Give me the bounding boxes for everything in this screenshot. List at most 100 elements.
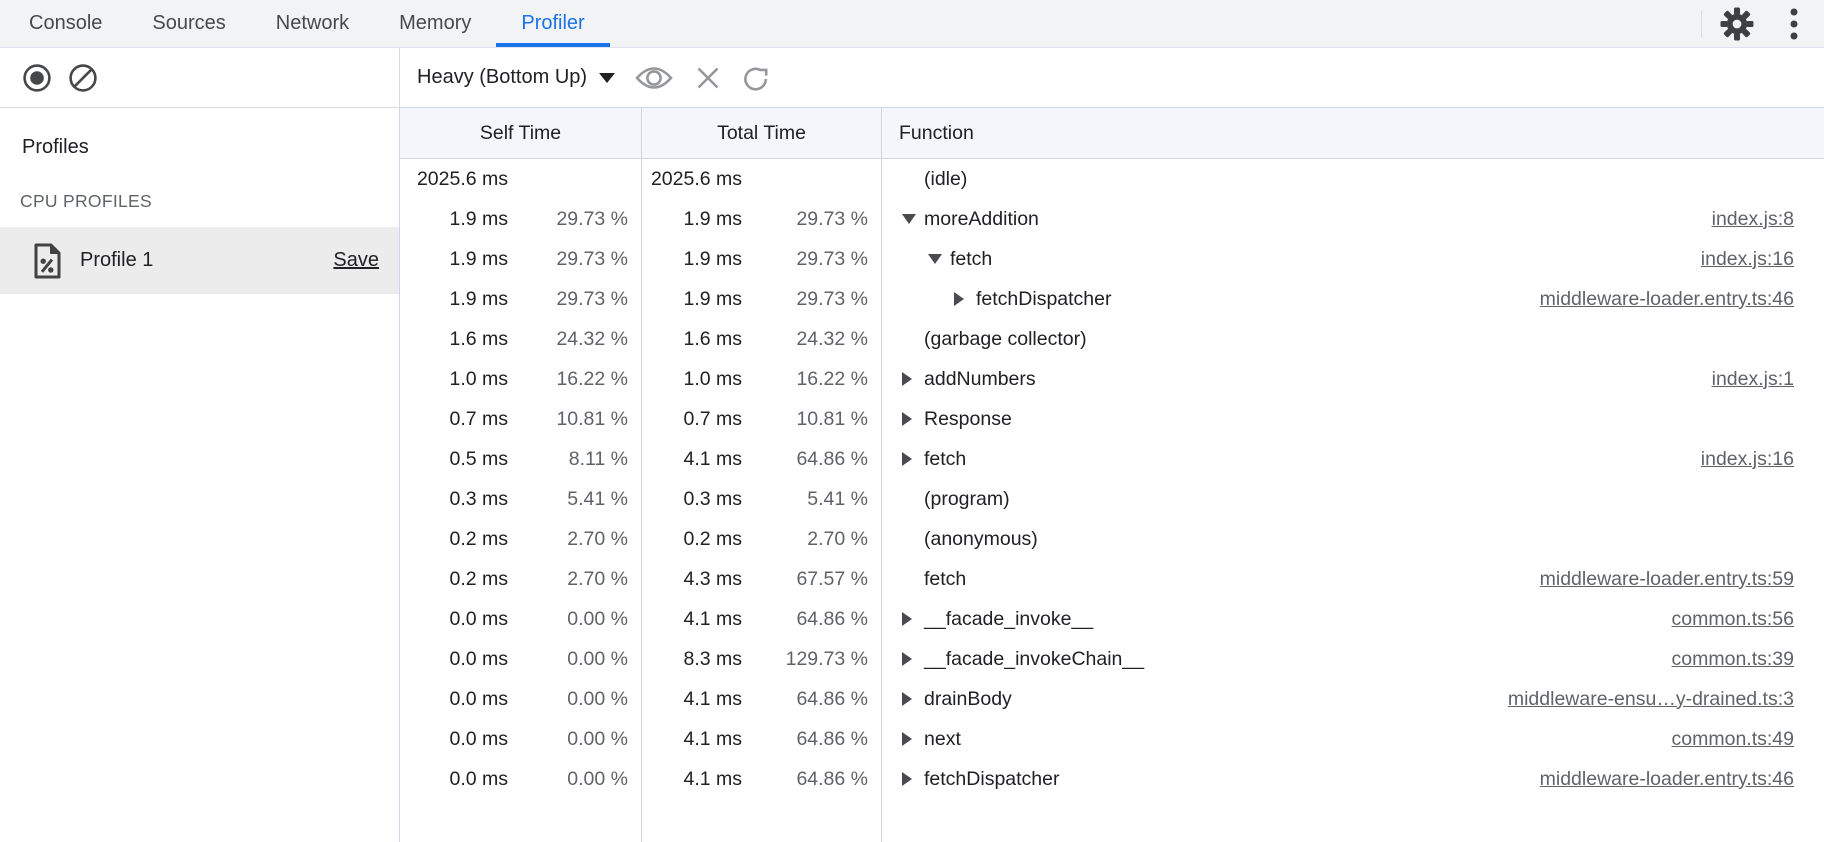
profiler-toolbar: Heavy (Bottom Up): [0, 48, 1824, 108]
total-time-percent: 64.86 %: [742, 608, 881, 631]
source-link[interactable]: common.ts:49: [1672, 728, 1794, 751]
self-time-ms: 1.6 ms: [400, 328, 508, 351]
save-profile-link[interactable]: Save: [333, 249, 379, 272]
self-time-ms: 0.0 ms: [400, 768, 508, 791]
source-link[interactable]: index.js:16: [1701, 448, 1794, 471]
self-time-ms: 0.0 ms: [400, 688, 508, 711]
tab-memory[interactable]: Memory: [374, 0, 496, 47]
tab-console[interactable]: Console: [4, 0, 127, 47]
sidebar-title: Profiles: [22, 136, 399, 159]
profile-table-row[interactable]: 0.0 ms0.00 %4.1 ms64.86 %drainBodymiddle…: [400, 679, 1824, 719]
tab-sources[interactable]: Sources: [127, 0, 250, 47]
function-name: (idle): [924, 168, 967, 191]
source-link[interactable]: common.ts:39: [1672, 648, 1794, 671]
self-time-percent: 29.73 %: [508, 288, 641, 311]
expand-arrow-icon[interactable]: [902, 372, 924, 386]
profile-table-row[interactable]: 2025.6 ms2025.6 ms(idle): [400, 159, 1824, 199]
profile-list-item[interactable]: Profile 1 Save: [0, 227, 399, 294]
column-header-total-time[interactable]: Total Time: [642, 108, 882, 158]
source-link[interactable]: middleware-loader.entry.ts:46: [1540, 288, 1794, 311]
source-link[interactable]: middleware-loader.entry.ts:46: [1540, 768, 1794, 791]
total-time-percent: 64.86 %: [742, 728, 881, 751]
profile-table-row[interactable]: 0.0 ms0.00 %8.3 ms129.73 %__facade_invok…: [400, 639, 1824, 679]
source-link[interactable]: middleware-ensu…y-drained.ts:3: [1508, 688, 1794, 711]
self-time-cell: 0.7 ms10.81 %: [400, 399, 642, 439]
expand-arrow-icon[interactable]: [902, 652, 924, 666]
expand-arrow-icon[interactable]: [902, 692, 924, 706]
profile-table-row[interactable]: 0.5 ms8.11 %4.1 ms64.86 %fetchindex.js:1…: [400, 439, 1824, 479]
function-cell: addNumbersindex.js:1: [882, 359, 1824, 399]
profile-table-row[interactable]: 0.0 ms0.00 %4.1 ms64.86 %nextcommon.ts:4…: [400, 719, 1824, 759]
profile-view-select[interactable]: Heavy (Bottom Up): [417, 66, 615, 89]
expand-arrow-icon[interactable]: [928, 254, 950, 264]
profile-table-row[interactable]: 0.3 ms5.41 %0.3 ms5.41 %(program): [400, 479, 1824, 519]
profile-table-row[interactable]: 1.9 ms29.73 %1.9 ms29.73 %fetchDispatche…: [400, 279, 1824, 319]
function-cell: (anonymous): [882, 519, 1824, 559]
source-link[interactable]: index.js:1: [1712, 368, 1794, 391]
total-time-ms: 0.3 ms: [642, 488, 742, 511]
record-profile-button[interactable]: [21, 62, 53, 94]
function-cell: fetchindex.js:16: [882, 239, 1824, 279]
function-name: fetch: [924, 568, 966, 591]
profile-table-row[interactable]: 1.9 ms29.73 %1.9 ms29.73 %fetchindex.js:…: [400, 239, 1824, 279]
total-time-percent: 10.81 %: [742, 408, 881, 431]
total-time-cell: 4.1 ms64.86 %: [642, 599, 882, 639]
total-time-cell: 8.3 ms129.73 %: [642, 639, 882, 679]
function-name: (garbage collector): [924, 328, 1087, 351]
expand-arrow-icon[interactable]: [902, 772, 924, 786]
settings-button[interactable]: [1718, 0, 1756, 47]
self-time-percent: 24.32 %: [508, 328, 641, 351]
more-options-button[interactable]: [1776, 0, 1812, 47]
column-header-function[interactable]: Function: [882, 108, 1824, 158]
expand-arrow-icon[interactable]: [902, 612, 924, 626]
self-time-cell: 0.5 ms8.11 %: [400, 439, 642, 479]
function-name: drainBody: [924, 688, 1012, 711]
divider: [1701, 11, 1702, 37]
self-time-percent: 2.70 %: [508, 528, 641, 551]
focus-function-button[interactable]: [633, 63, 675, 93]
profile-table-row[interactable]: 0.0 ms0.00 %4.1 ms64.86 %__facade_invoke…: [400, 599, 1824, 639]
profile-table-row[interactable]: 0.0 ms0.00 %4.1 ms64.86 %fetchDispatcher…: [400, 759, 1824, 799]
profile-table-row[interactable]: 1.9 ms29.73 %1.9 ms29.73 %moreAdditionin…: [400, 199, 1824, 239]
tab-network[interactable]: Network: [251, 0, 374, 47]
cpu-profiles-section-label: CPU PROFILES: [20, 191, 399, 212]
self-time-percent: 8.11 %: [508, 448, 641, 471]
function-cell: (program): [882, 479, 1824, 519]
source-link[interactable]: index.js:8: [1712, 208, 1794, 231]
tabbar-actions: [1701, 0, 1824, 47]
source-link[interactable]: index.js:16: [1701, 248, 1794, 271]
profile-table-row[interactable]: 1.6 ms24.32 %1.6 ms24.32 %(garbage colle…: [400, 319, 1824, 359]
self-time-percent: 0.00 %: [508, 768, 641, 791]
source-link[interactable]: common.ts:56: [1672, 608, 1794, 631]
expand-arrow-icon[interactable]: [954, 292, 976, 306]
self-time-ms: 0.5 ms: [400, 448, 508, 471]
tab-profiler[interactable]: Profiler: [496, 0, 609, 47]
gear-icon: [1719, 6, 1755, 42]
self-time-ms: 1.0 ms: [400, 368, 508, 391]
self-time-percent: 0.00 %: [508, 648, 641, 671]
expand-arrow-icon[interactable]: [902, 452, 924, 466]
total-time-cell: 1.9 ms29.73 %: [642, 239, 882, 279]
profile-table-row[interactable]: 0.7 ms10.81 %0.7 ms10.81 %Response: [400, 399, 1824, 439]
profile-table-row[interactable]: 1.0 ms16.22 %1.0 ms16.22 %addNumbersinde…: [400, 359, 1824, 399]
chevron-down-icon: [599, 73, 615, 83]
clear-profiles-button[interactable]: [67, 62, 99, 94]
tree-indent: [902, 299, 954, 300]
total-time-percent: 24.32 %: [742, 328, 881, 351]
self-time-percent: 10.81 %: [508, 408, 641, 431]
expand-arrow-icon[interactable]: [902, 732, 924, 746]
grid-empty-area: [400, 799, 1824, 842]
function-name: __facade_invokeChain__: [924, 648, 1144, 671]
total-time-percent: 29.73 %: [742, 248, 881, 271]
total-time-percent: 2.70 %: [742, 528, 881, 551]
column-header-self-time[interactable]: Self Time: [400, 108, 642, 158]
restore-functions-button[interactable]: [741, 63, 771, 93]
exclude-function-button[interactable]: [695, 65, 721, 91]
function-cell: fetchDispatchermiddleware-loader.entry.t…: [882, 759, 1824, 799]
source-link[interactable]: middleware-loader.entry.ts:59: [1540, 568, 1794, 591]
total-time-cell: 2025.6 ms: [642, 159, 882, 199]
expand-arrow-icon[interactable]: [902, 214, 924, 224]
profile-table-row[interactable]: 0.2 ms2.70 %4.3 ms67.57 %fetchmiddleware…: [400, 559, 1824, 599]
expand-arrow-icon[interactable]: [902, 412, 924, 426]
profile-table-row[interactable]: 0.2 ms2.70 %0.2 ms2.70 %(anonymous): [400, 519, 1824, 559]
